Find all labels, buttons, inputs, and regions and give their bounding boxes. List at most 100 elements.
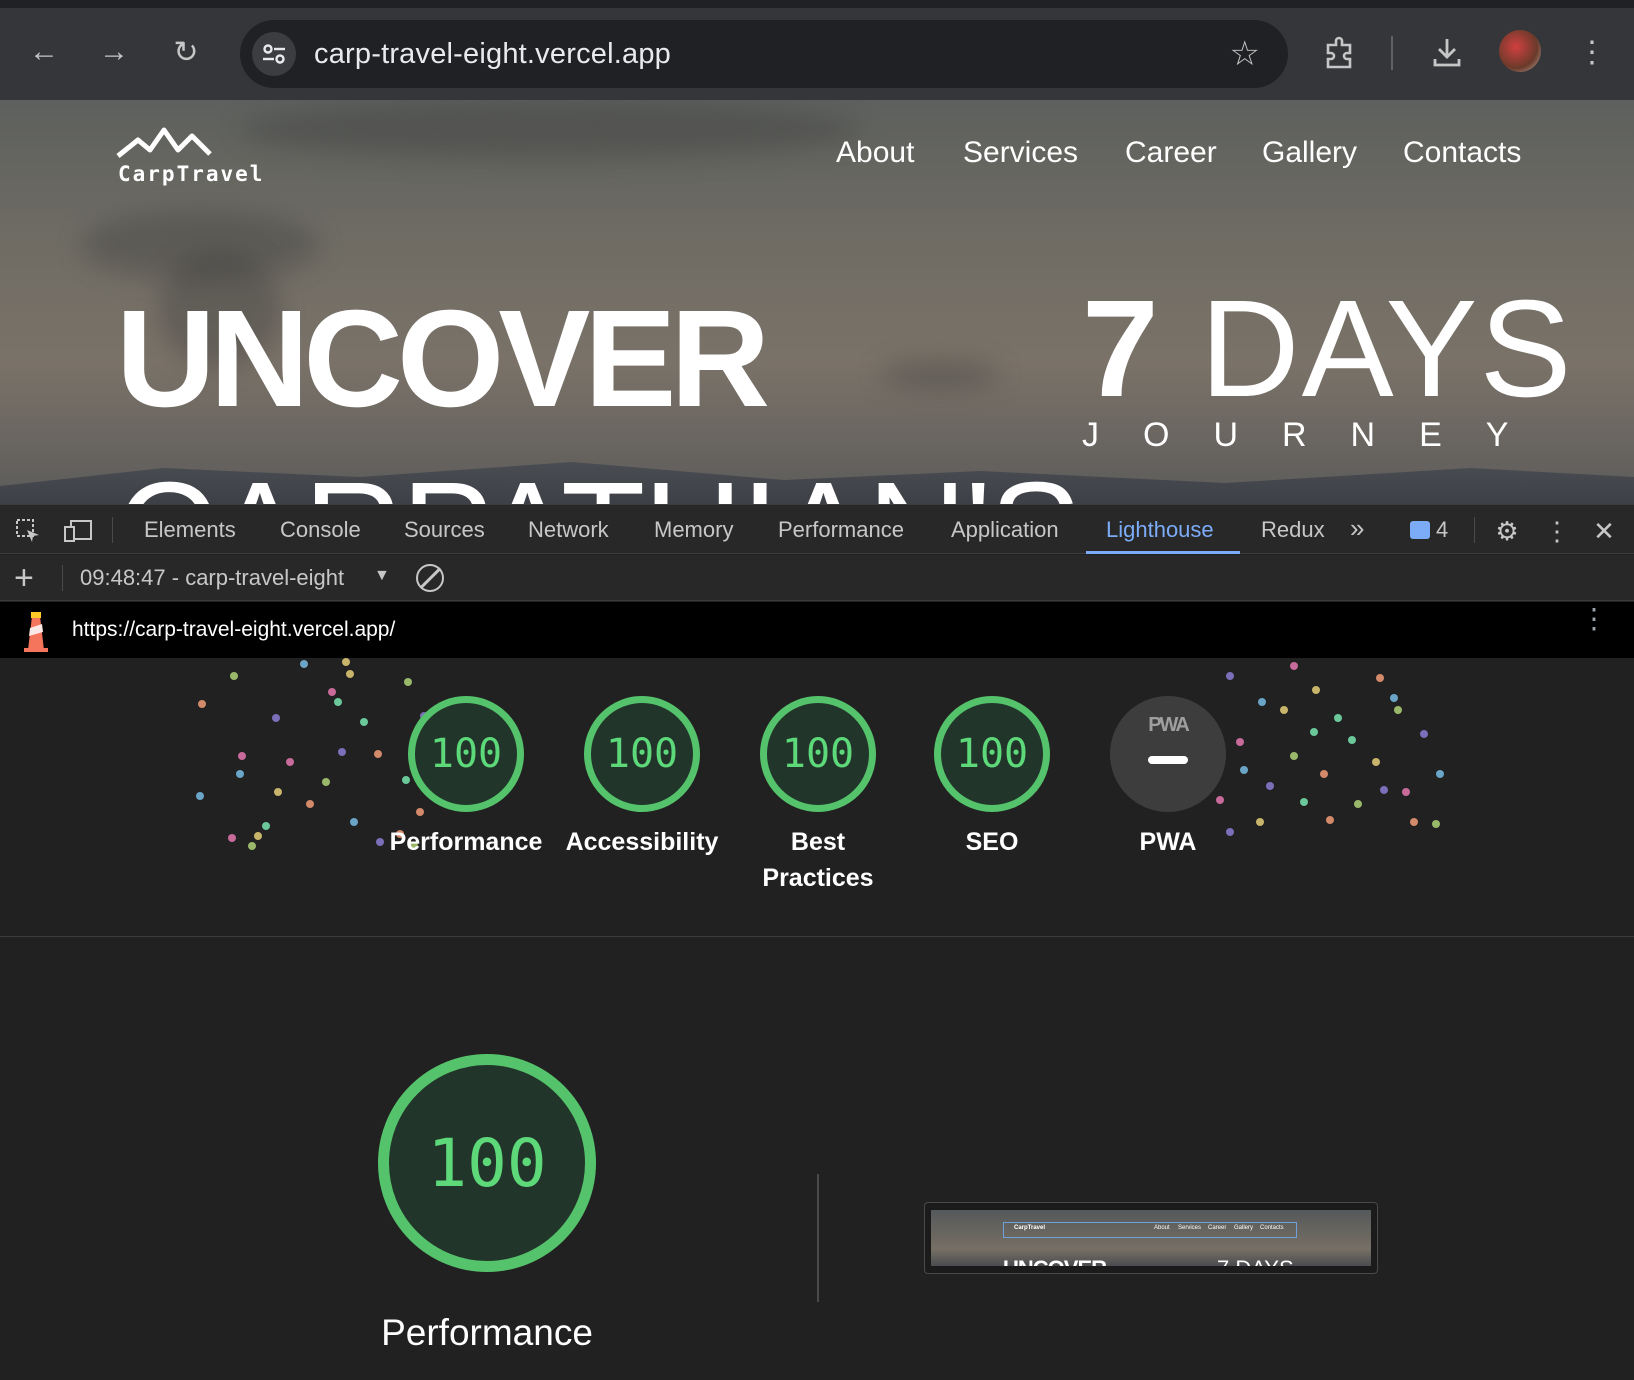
toolbar-divider <box>1391 36 1393 70</box>
confetti-dot <box>1290 662 1298 670</box>
address-url[interactable]: carp-travel-eight.vercel.app <box>314 38 671 71</box>
confetti-dot <box>360 718 368 726</box>
final-screenshot[interactable]: CarpTravel About Services Career Gallery… <box>924 1202 1378 1274</box>
confetti-dot <box>1312 686 1320 694</box>
tab-console[interactable]: Console <box>280 517 361 543</box>
nav-about[interactable]: About <box>836 136 914 170</box>
report-menu-icon[interactable]: ⋮ <box>1580 605 1608 633</box>
confetti-dot <box>1372 758 1380 766</box>
tab-lighthouse[interactable]: Lighthouse <box>1106 517 1214 543</box>
confetti-dot <box>346 670 354 678</box>
confetti-dot <box>306 800 314 808</box>
confetti-dot <box>1390 694 1398 702</box>
tab-memory[interactable]: Memory <box>654 517 733 543</box>
report-selector[interactable]: 09:48:47 - carp-travel-eight <box>80 565 344 591</box>
gauge-pwa[interactable]: PWA <box>1110 696 1226 812</box>
tab-strip <box>0 0 1634 8</box>
confetti-dot <box>1280 706 1288 714</box>
nav-gallery[interactable]: Gallery <box>1262 136 1357 170</box>
devtools-tabbar: Elements Console Sources Network Memory … <box>0 504 1634 554</box>
nav-career[interactable]: Career <box>1125 136 1217 170</box>
lighthouse-logo-icon <box>24 612 48 652</box>
nav-services[interactable]: Services <box>963 136 1078 170</box>
tab-network[interactable]: Network <box>528 517 609 543</box>
nav-contacts[interactable]: Contacts <box>1403 136 1521 170</box>
confetti-dot <box>1334 714 1342 722</box>
confetti-dot <box>1256 818 1264 826</box>
confetti-dot <box>334 698 342 706</box>
forward-button[interactable]: → <box>92 30 136 74</box>
vertical-divider <box>817 1174 819 1302</box>
confetti-dot <box>1300 798 1308 806</box>
confetti-dot <box>402 776 410 784</box>
confetti-dot <box>300 660 308 668</box>
confetti-dot <box>1432 820 1440 828</box>
confetti-dot <box>272 714 280 722</box>
confetti-dot <box>1240 766 1248 774</box>
address-bar[interactable]: carp-travel-eight.vercel.app ☆ <box>240 20 1288 88</box>
gauge-seo[interactable]: 100 <box>934 696 1050 812</box>
gauge-label-pwa: PWA <box>1139 828 1197 856</box>
journey-text: JOURNEY <box>1082 416 1553 454</box>
confetti-dot <box>198 700 206 708</box>
gauge-best-practices[interactable]: 100 <box>760 696 876 812</box>
confetti-dot <box>236 770 244 778</box>
confetti-dot <box>1326 816 1334 824</box>
screenshot-days: 7 DAYS <box>1217 1256 1294 1266</box>
confetti-dot <box>1236 738 1244 746</box>
more-tabs-icon[interactable]: » <box>1350 513 1364 544</box>
confetti-dot <box>1436 770 1444 778</box>
confetti-dot <box>238 752 246 760</box>
confetti-dot <box>1258 698 1266 706</box>
confetti-dot <box>1310 728 1318 736</box>
confetti-dot <box>374 750 382 758</box>
confetti-dot <box>228 834 236 842</box>
tab-sources[interactable]: Sources <box>404 517 485 543</box>
screenshot-nav-item: Contacts <box>1260 1225 1284 1231</box>
pwa-badge-text: PWA <box>1148 714 1190 736</box>
confetti-dot <box>230 672 238 680</box>
tab-application[interactable]: Application <box>951 517 1059 543</box>
confetti-dot <box>322 778 330 786</box>
confetti-dot <box>248 842 256 850</box>
reload-button[interactable]: ↻ <box>164 30 208 74</box>
close-devtools-icon[interactable]: ✕ <box>1588 515 1620 547</box>
site-settings-icon[interactable] <box>252 32 296 76</box>
bookmark-star-icon[interactable]: ☆ <box>1230 34 1260 74</box>
browser-menu-icon[interactable]: ⋮ <box>1570 30 1614 74</box>
audited-url[interactable]: https://carp-travel-eight.vercel.app/ <box>72 618 395 642</box>
tab-elements[interactable]: Elements <box>144 517 236 543</box>
gauge-label-best-practices: Best Practices <box>762 828 874 892</box>
gauge-accessibility[interactable]: 100 <box>584 696 700 812</box>
confetti-dot <box>1290 752 1298 760</box>
gauge-label-seo: SEO <box>965 828 1019 856</box>
lighthouse-report: 100 Performance 100 Accessibility 100 Be… <box>0 658 1634 1380</box>
back-button[interactable]: ← <box>22 30 66 74</box>
gauge-value: 100 <box>429 731 503 777</box>
confetti-dot <box>1266 782 1274 790</box>
dropdown-caret-icon[interactable]: ▼ <box>374 567 390 585</box>
messages-badge[interactable]: 4 <box>1410 517 1448 543</box>
tab-redux[interactable]: Redux <box>1261 517 1325 543</box>
confetti-dot <box>1216 796 1224 804</box>
confetti-dot <box>342 658 350 666</box>
tab-performance[interactable]: Performance <box>778 517 904 543</box>
extensions-icon[interactable] <box>1318 30 1362 74</box>
confetti-dot <box>1376 674 1384 682</box>
new-report-button[interactable]: + <box>14 559 34 598</box>
clear-reports-icon[interactable] <box>416 564 444 592</box>
screenshot-nav-highlight: CarpTravel About Services Career Gallery… <box>1003 1222 1297 1238</box>
download-icon[interactable] <box>1425 30 1469 74</box>
performance-heading: Performance <box>381 1312 593 1353</box>
inspect-element-icon[interactable] <box>12 515 44 547</box>
devtools-menu-icon[interactable]: ⋮ <box>1541 515 1573 547</box>
screenshot-logo: CarpTravel <box>1014 1225 1046 1231</box>
days-number: 7 <box>1082 272 1159 426</box>
confetti-dot <box>274 788 282 796</box>
gauge-value: 100 <box>781 731 855 777</box>
device-toolbar-icon[interactable] <box>62 515 94 547</box>
settings-gear-icon[interactable]: ⚙ <box>1491 515 1523 547</box>
active-tab-indicator <box>1086 551 1240 554</box>
profile-avatar[interactable] <box>1499 30 1541 72</box>
gauge-performance[interactable]: 100 <box>408 696 524 812</box>
